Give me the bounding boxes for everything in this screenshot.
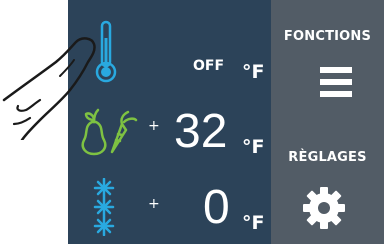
mode-status[interactable]: OFF [193,58,224,74]
temperature-unit: °F [242,136,265,158]
menu-line [320,67,352,73]
menu-line [320,79,352,85]
gear-icon [303,187,345,229]
freezer-temperature[interactable]: 0 [203,180,230,235]
freezer-sign: + [148,196,160,212]
settings-label: RÈGLAGES [288,150,367,165]
fresh-temperature[interactable]: 32 [174,104,227,159]
functions-label: FONCTIONS [283,29,372,44]
temperature-unit: °F [242,212,265,234]
fresh-sign: + [148,118,160,134]
functions-button[interactable] [320,67,352,105]
settings-button[interactable] [301,185,347,231]
snowflake-icon [93,178,115,236]
thermometer-icon[interactable] [93,20,119,84]
temperature-unit: °F [242,61,265,83]
menu-line [320,91,352,97]
pear-carrot-icon [81,108,138,156]
sidebar: FONCTIONS RÈGLAGES [271,0,384,244]
